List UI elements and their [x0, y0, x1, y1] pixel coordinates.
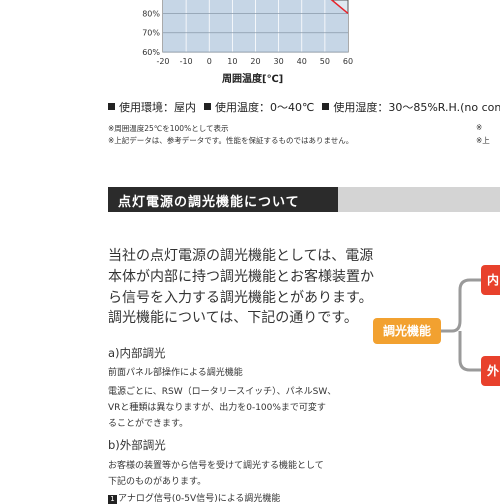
- chart-x-tick-label: 60: [343, 57, 353, 66]
- chart-x-tick-label: -20: [156, 57, 169, 66]
- internal-heading: a)内部調光: [108, 346, 166, 360]
- external-body-2: 下記のものがあります。: [108, 477, 207, 487]
- intro-line-3: ら信号を入力する調光機能とがあります。: [108, 290, 373, 306]
- note-right-1: ※: [476, 123, 483, 132]
- external-item-1-text: アナログ信号(0-5V信号)による調光機能: [118, 494, 281, 504]
- connector-top: [441, 278, 482, 333]
- bullet-square-icon: [108, 103, 115, 110]
- external-heading: b)外部調光: [108, 438, 166, 452]
- chart-x-tick-label: 0: [207, 57, 212, 66]
- external-item-1: 1 アナログ信号(0-5V信号)による調光機能: [108, 491, 280, 504]
- diagram-top-branch: 内: [481, 265, 500, 295]
- intro-line-1: 当社の点灯電源の調光機能としては、電源: [108, 248, 374, 264]
- section-title: 点灯電源の調光機能について: [118, 195, 300, 210]
- intro-line-4: 調光機能については、下記の通りです。: [108, 310, 358, 326]
- chart-x-tick-label: 50: [320, 57, 330, 66]
- internal-body-1: 電源ごとに、RSW（ロータリースイッチ）、パネルSW、: [108, 387, 337, 397]
- internal-body-2: VRと種類は異なりますが、出力を0-100%まで可変す: [108, 403, 326, 413]
- internal-sub: 前面パネル部操作による調光機能: [108, 368, 243, 378]
- derating-chart: 80% 70% 60% -20 -10 0 10 20 30 40 50 60: [142, 0, 353, 66]
- intro-line-2: 本体が内部に持つ調光機能とお客様装置か: [108, 269, 374, 285]
- external-body-1: お客様の装置等から信号を受けて調光する機能として: [108, 461, 324, 471]
- connector-bottom: [458, 331, 482, 372]
- internal-body-3: ることができます。: [108, 419, 189, 429]
- chart-x-tick-label: 30: [274, 57, 284, 66]
- spec-temperature: 使用温度：0～40℃: [215, 101, 315, 114]
- spec-environment: 使用環境：屋内: [119, 101, 196, 114]
- chart-y-tick-label: 70%: [142, 29, 160, 38]
- diagram-bottom-branch: 外: [481, 356, 500, 386]
- chart-y-ticks: 80% 70% 60%: [142, 9, 160, 57]
- note-right-2: ※上: [476, 136, 490, 145]
- chart-y-tick-label: 80%: [142, 9, 160, 18]
- chart-x-tick-label: 20: [250, 57, 260, 66]
- chart-x-ticks: -20 -10 0 10 20 30 40 50 60: [156, 57, 353, 66]
- diagram-center-label: 調光機能: [373, 318, 441, 344]
- chart-y-tick-label: 60%: [142, 48, 160, 57]
- bullet-square-icon: [322, 103, 330, 110]
- chart-x-tick-label: 10: [227, 57, 237, 66]
- spec-line: 使用環境：屋内 使用温度：0～40℃ 使用湿度：30～85%R.H.(no con: [108, 99, 500, 115]
- note-2: ※上記データは、参考データです。性能を保証するものではありません。: [108, 136, 354, 145]
- note-1: ※周囲温度25℃を100%として表示: [108, 124, 229, 133]
- bullet-square-icon: [204, 103, 211, 110]
- spec-humidity: 使用湿度：30～85%R.H.(no con: [333, 101, 500, 114]
- chart-x-tick-label: 40: [297, 57, 307, 66]
- chart-x-tick-label: -10: [180, 57, 193, 66]
- chart-x-axis-label: 周囲温度[℃]: [222, 74, 284, 85]
